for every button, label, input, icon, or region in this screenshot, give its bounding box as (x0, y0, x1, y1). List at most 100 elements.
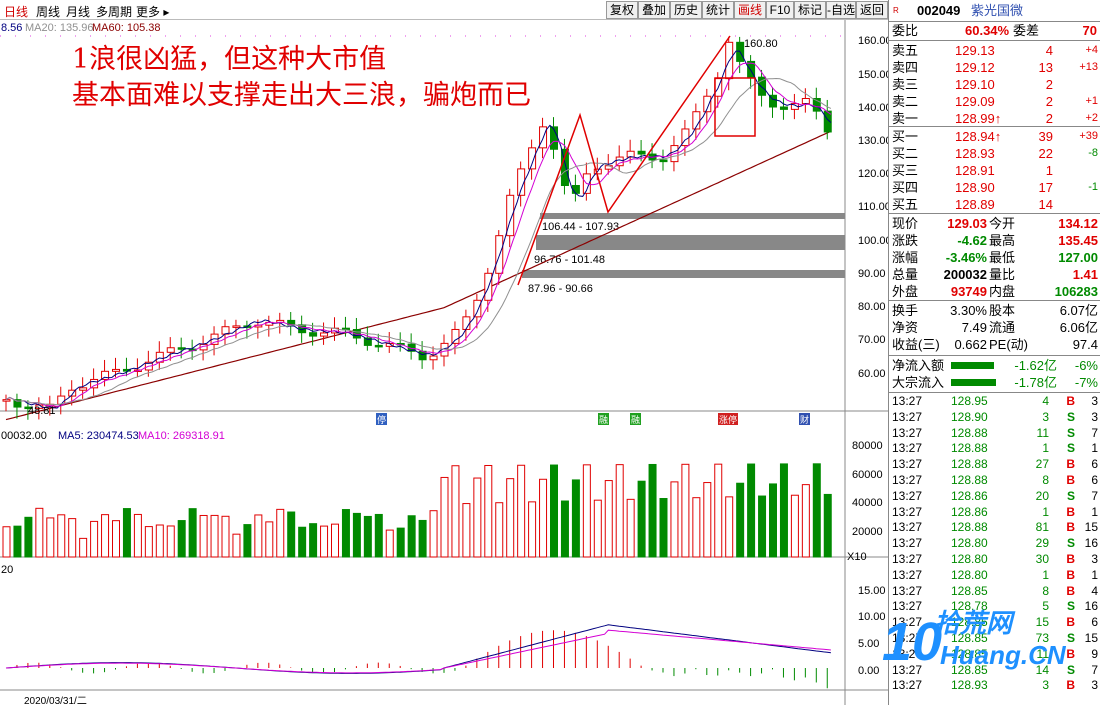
candle-body (779, 106, 788, 110)
bid-row[interactable]: 买五 128.89 14 (889, 196, 1100, 213)
tick-time: 13:27 (892, 505, 923, 519)
volume-bar (407, 515, 416, 558)
tick-volume: 11 (1036, 426, 1049, 440)
tick-side: S (1066, 441, 1075, 455)
volume-bar (769, 483, 777, 558)
bid-change: +39 (1079, 130, 1098, 142)
volume-bar (560, 500, 569, 558)
volume-bar (341, 509, 350, 558)
chart-toolbar: 日线 周线 月线 多周期 更多 ▸ 复权 叠加 历史 统计 画线 F10 标记 … (0, 0, 888, 20)
volume-bar (692, 497, 701, 558)
f10-button[interactable]: F10 (766, 1, 794, 19)
ask-row[interactable]: 卖五 129.13 4 +4 (889, 42, 1100, 59)
divider (889, 126, 1100, 127)
tick-volume: 1 (1042, 441, 1049, 455)
tick-volume: 29 (1035, 536, 1049, 550)
tab-multi-period[interactable]: 多周期 (96, 3, 132, 20)
stats-button[interactable]: 统计 (702, 1, 734, 19)
adjust-button[interactable]: 复权 (606, 1, 638, 19)
tick-count: 15 (1084, 520, 1098, 534)
draw-button[interactable]: 画线 (734, 1, 766, 19)
flow-row: 净流入额 -1.62亿 -6% (889, 357, 1100, 374)
tick-price: 128.85 (951, 584, 988, 598)
volume-bar (2, 526, 11, 558)
ask-volume: 2 (1045, 94, 1053, 109)
volume-bar (232, 533, 241, 558)
vol-tick: 80000 (852, 440, 883, 452)
ask-volume: 4 (1045, 43, 1053, 58)
stat-value: 93749 (950, 284, 987, 299)
candle-body (637, 150, 646, 155)
stat-label: 最高 (989, 233, 1016, 248)
volume-bar (517, 464, 526, 558)
back-button[interactable]: 返回 (856, 1, 888, 19)
bid-price: 128.93 (955, 146, 995, 161)
candle-body (801, 97, 810, 105)
tick-side: B (1066, 678, 1075, 692)
volume-bar (440, 476, 449, 558)
flow-bar (951, 379, 996, 386)
bid-volume: 1 (1045, 163, 1053, 178)
ask-volume: 13 (1038, 60, 1053, 75)
ask-row[interactable]: 卖一 128.99↑ 2 +2 (889, 110, 1100, 127)
stock-code: 002049 (917, 3, 961, 18)
tick-volume: 3 (1042, 678, 1049, 692)
volume-axis: 80000 60000 40000 20000 (852, 440, 883, 538)
tab-more[interactable]: 更多 ▸ (136, 3, 169, 20)
ask-row[interactable]: 卖二 129.09 2 +1 (889, 93, 1100, 110)
tick-row: 13:27 128.80 1 B 1 (889, 568, 1100, 583)
tick-volume: 8 (1042, 584, 1049, 598)
watchlist-button[interactable]: -自选 (826, 1, 856, 19)
tab-monthly[interactable]: 月线 (66, 3, 90, 20)
volume-bar (199, 514, 208, 558)
watermark-en: Huang.CN (940, 640, 1067, 670)
overlay-button[interactable]: 叠加 (638, 1, 670, 19)
tab-weekly[interactable]: 周线 (36, 3, 60, 20)
stat-value: 0.662 (954, 337, 987, 352)
bid-price: 128.90 (955, 180, 995, 195)
volume-bar (24, 516, 33, 558)
candle-body (79, 387, 88, 391)
vol-tick: 40000 (852, 497, 883, 509)
tick-volume: 1 (1042, 505, 1049, 519)
tick-price: 128.86 (951, 489, 988, 503)
bid-row[interactable]: 买三 128.91 1 (889, 162, 1100, 179)
mark-button[interactable]: 标记 (794, 1, 826, 19)
volume-bar (801, 484, 810, 558)
quote-title: R 002049 紫光国微 (889, 2, 1100, 20)
ask-row[interactable]: 卖三 129.10 2 (889, 76, 1100, 93)
ask-row[interactable]: 卖四 129.12 13 +13 (889, 59, 1100, 76)
volume-bar (79, 537, 88, 558)
ask-label: 卖三 (892, 77, 919, 92)
bid-row[interactable]: 买一 128.94↑ 39 +39 (889, 128, 1100, 145)
tick-time: 13:27 (892, 678, 923, 692)
bid-row[interactable]: 买二 128.93 22 -8 (889, 145, 1100, 162)
stat-value: 129.03 (947, 216, 987, 231)
kline-chart[interactable]: 8.56 MA20: 135.96 MA60: 105.38 00032.00 … (0, 20, 888, 705)
bid-change: -1 (1088, 181, 1098, 193)
volume-bar (155, 524, 164, 558)
history-button[interactable]: 历史 (670, 1, 702, 19)
tick-count: 3 (1091, 678, 1098, 692)
tick-volume: 8 (1042, 473, 1049, 487)
divider (889, 392, 1100, 393)
tick-row: 13:27 128.95 4 B 3 (889, 394, 1100, 409)
tab-daily[interactable]: 日线 (4, 3, 28, 20)
stat-label: 最低 (989, 250, 1016, 265)
macd-tick: 15.00 (858, 585, 886, 597)
ask-label: 卖二 (892, 94, 919, 109)
volume-bar (539, 478, 548, 558)
vol-tick: 60000 (852, 469, 883, 481)
ask-label: 卖五 (892, 43, 919, 58)
zone-band (522, 270, 845, 278)
ask-label: 卖一 (892, 111, 919, 126)
tick-price: 128.95 (951, 394, 988, 408)
tick-time: 13:27 (892, 473, 923, 487)
ma60-label: MA60: 105.38 (92, 22, 161, 34)
volume-bar (90, 520, 99, 558)
event-tag-text: 融 (599, 415, 608, 425)
bid-row[interactable]: 买四 128.90 17 -1 (889, 179, 1100, 196)
stat-value: 97.4 (1072, 337, 1098, 352)
volume-bar (779, 463, 788, 558)
price-tick: 60.00 (858, 368, 886, 380)
